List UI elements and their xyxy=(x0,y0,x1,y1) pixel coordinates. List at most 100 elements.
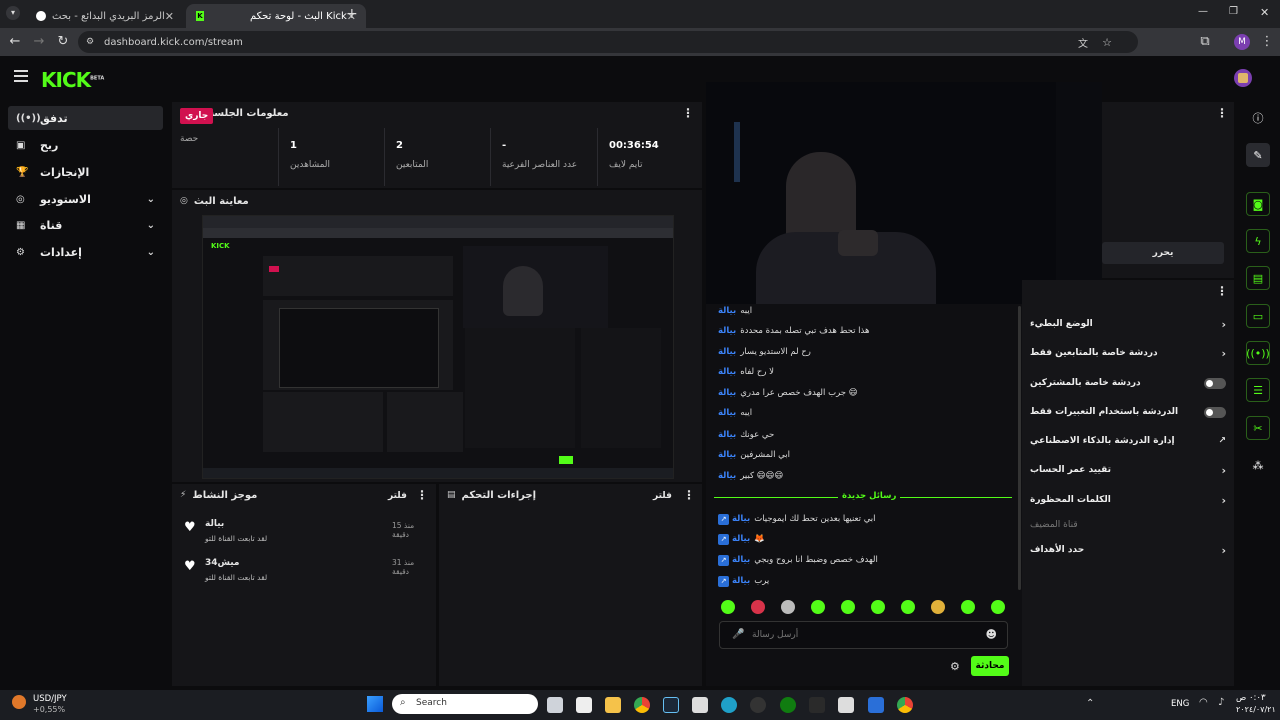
reload-icon[interactable]: ↻ xyxy=(54,33,72,51)
new-tab-button[interactable]: + xyxy=(346,6,358,22)
wifi-icon[interactable]: ◠ xyxy=(1199,697,1208,708)
sidebar-item-studio[interactable]: ◎ الاستوديو ⌄ xyxy=(8,187,163,211)
edge-icon[interactable] xyxy=(721,697,737,713)
forward-icon[interactable]: → xyxy=(30,33,48,51)
chat-input[interactable]: 🎤 أرسل رسالة ☻ xyxy=(719,621,1008,649)
user-avatar[interactable] xyxy=(1234,69,1252,87)
sidebar-item-channel[interactable]: ▦ قناة ⌄ xyxy=(8,213,163,237)
ai-moderation-item[interactable]: إدارة الدردشة بالذكاء الاصطناعي ↗ xyxy=(1030,430,1226,452)
profile-avatar[interactable]: M xyxy=(1234,34,1250,50)
restore-button[interactable]: ❐ xyxy=(1229,6,1238,17)
info-icon[interactable]: ⓘ xyxy=(1246,106,1270,130)
tab-title: الرمز البريدي البدائع - بحث Google xyxy=(51,10,165,22)
menu-kebab-icon[interactable]: ⋮ xyxy=(1258,33,1276,51)
close-window-button[interactable]: ✕ xyxy=(1260,6,1269,19)
stream-preview-video[interactable]: KICK xyxy=(202,215,674,479)
microphone-icon[interactable]: 🎤 xyxy=(732,629,744,640)
goals-item[interactable]: حدد الأهداف › xyxy=(1030,539,1226,561)
address-bar[interactable]: ⚙ dashboard.kick.com/stream 文 ☆ xyxy=(78,31,1138,53)
chat-settings-menu-icon[interactable]: ⋮ xyxy=(1216,284,1228,298)
taskbar-search[interactable]: ⌕ Search xyxy=(392,694,538,714)
emote-icon[interactable] xyxy=(991,600,1005,614)
subscribers-only-item[interactable]: دردشة خاصة بالمشتركين xyxy=(1030,372,1226,394)
extensions-icon[interactable]: ⧉ xyxy=(1196,33,1214,51)
app-icon[interactable] xyxy=(868,697,884,713)
banned-words-item[interactable]: الكلمات المحظورة › xyxy=(1030,489,1226,511)
sidebar-item-achievements[interactable]: 🏆 الإنجازات xyxy=(8,160,163,184)
activity-menu-icon[interactable]: ⋮ xyxy=(416,488,428,502)
wrench-icon[interactable]: ✂ xyxy=(1246,416,1270,440)
hamburger-menu-icon[interactable] xyxy=(14,70,28,82)
emote-icon[interactable] xyxy=(811,600,825,614)
emote-icon[interactable] xyxy=(781,600,795,614)
apps-icon[interactable]: ⁂ xyxy=(1246,453,1270,477)
moderator-badge-icon: ↗ xyxy=(718,533,729,545)
pencil-icon[interactable]: ✎ xyxy=(1246,143,1270,167)
app-icon[interactable] xyxy=(838,697,854,713)
app-icon[interactable] xyxy=(692,697,708,713)
site-info-icon[interactable]: ⚙ xyxy=(86,37,94,47)
chrome-icon[interactable] xyxy=(634,697,650,713)
chat-settings-gear-icon[interactable]: ⚙ xyxy=(950,660,960,673)
lightning-icon[interactable]: ϟ xyxy=(1246,229,1270,253)
chat-settings-menu-icon[interactable]: ⋮ xyxy=(1216,106,1228,120)
activity-filter-button[interactable]: فلتر xyxy=(388,491,407,501)
account-age-item[interactable]: تقييد عمر الحساب › xyxy=(1030,459,1226,481)
sidebar-item-settings[interactable]: ⚙ إعدادات ⌄ xyxy=(8,240,163,264)
weather-icon[interactable] xyxy=(12,695,26,709)
browser-tab-google[interactable]: الرمز البريدي البدائع - بحث Google ✕ xyxy=(26,4,184,28)
broadcast-icon[interactable]: ((•)) xyxy=(1246,341,1270,365)
emote-icon[interactable] xyxy=(871,600,885,614)
windows-start-icon[interactable] xyxy=(367,696,383,712)
task-view-icon[interactable] xyxy=(547,697,563,713)
minimize-button[interactable]: — xyxy=(1198,6,1208,17)
steam-icon[interactable] xyxy=(663,697,679,713)
file-explorer-icon[interactable] xyxy=(605,697,621,713)
xbox-icon[interactable] xyxy=(780,697,796,713)
browser-tab-kick[interactable]: K البث - لوحة تحكم Kick ✕ xyxy=(186,4,366,28)
subscribers-only-toggle[interactable] xyxy=(1204,377,1226,389)
app-icon[interactable] xyxy=(750,697,766,713)
language-indicator[interactable]: ENG xyxy=(1171,699,1189,709)
edit-button[interactable]: يحرر xyxy=(1102,242,1224,264)
emote-icon[interactable] xyxy=(751,600,765,614)
channel-icon: ▦ xyxy=(16,219,26,231)
clock-time[interactable]: ٠:٠٣ ص xyxy=(1236,693,1266,703)
emotes-only-item[interactable]: الدردشة باستخدام التعبيرات فقط xyxy=(1030,401,1226,423)
chrome-icon[interactable] xyxy=(897,697,913,713)
back-icon[interactable]: ← xyxy=(6,33,24,51)
moderation-menu-icon[interactable]: ⋮ xyxy=(683,488,695,502)
slow-mode-item[interactable]: الوضع البطيء › xyxy=(1030,313,1226,335)
chat-scrollbar[interactable] xyxy=(1018,306,1021,590)
send-chat-button[interactable]: محادثة xyxy=(971,656,1009,676)
clock-date[interactable]: ٢٠٢٤/٠٧/٢١ xyxy=(1236,705,1276,714)
kick-logo[interactable]: KICKBETA xyxy=(41,68,104,92)
sidebar-item-monetize[interactable]: ▣ ربح xyxy=(8,133,163,157)
emotes-only-toggle[interactable] xyxy=(1204,406,1226,418)
tab-list-button[interactable]: ▾ xyxy=(6,6,20,20)
translate-icon[interactable]: 文 xyxy=(1078,35,1088,50)
emote-icon[interactable] xyxy=(961,600,975,614)
stream-icon: ((•)) xyxy=(16,112,41,124)
moderation-filter-button[interactable]: فلتر xyxy=(653,491,672,501)
bookmark-star-icon[interactable]: ☆ xyxy=(1102,36,1112,49)
emote-icon[interactable] xyxy=(841,600,855,614)
webcam-video[interactable] xyxy=(706,82,1102,304)
followers-only-item[interactable]: دردشة خاصة بالمتابعين فقط › xyxy=(1030,342,1226,364)
stat-followers: 2 المتابعين xyxy=(384,102,489,170)
epic-games-icon[interactable] xyxy=(809,697,825,713)
layout-icon[interactable]: ☰ xyxy=(1246,378,1270,402)
system-tray-chevron-icon[interactable]: ⌃ xyxy=(1086,698,1094,709)
volume-icon[interactable]: ♪ xyxy=(1218,697,1224,708)
chat-bubble-icon[interactable]: ▭ xyxy=(1246,304,1270,328)
emote-icon[interactable] xyxy=(901,600,915,614)
emote-icon[interactable] xyxy=(721,600,735,614)
app-icon[interactable] xyxy=(576,697,592,713)
camera-icon[interactable]: ◙ xyxy=(1246,192,1270,216)
close-icon[interactable]: ✕ xyxy=(165,10,174,23)
emote-icon[interactable] xyxy=(931,600,945,614)
document-icon[interactable]: ▤ xyxy=(1246,266,1270,290)
activity-time: منذ 15 دقيقة xyxy=(392,521,415,539)
emoji-picker-icon[interactable]: ☻ xyxy=(986,628,997,641)
sidebar-item-stream[interactable]: ((•)) تدفق xyxy=(8,106,163,130)
